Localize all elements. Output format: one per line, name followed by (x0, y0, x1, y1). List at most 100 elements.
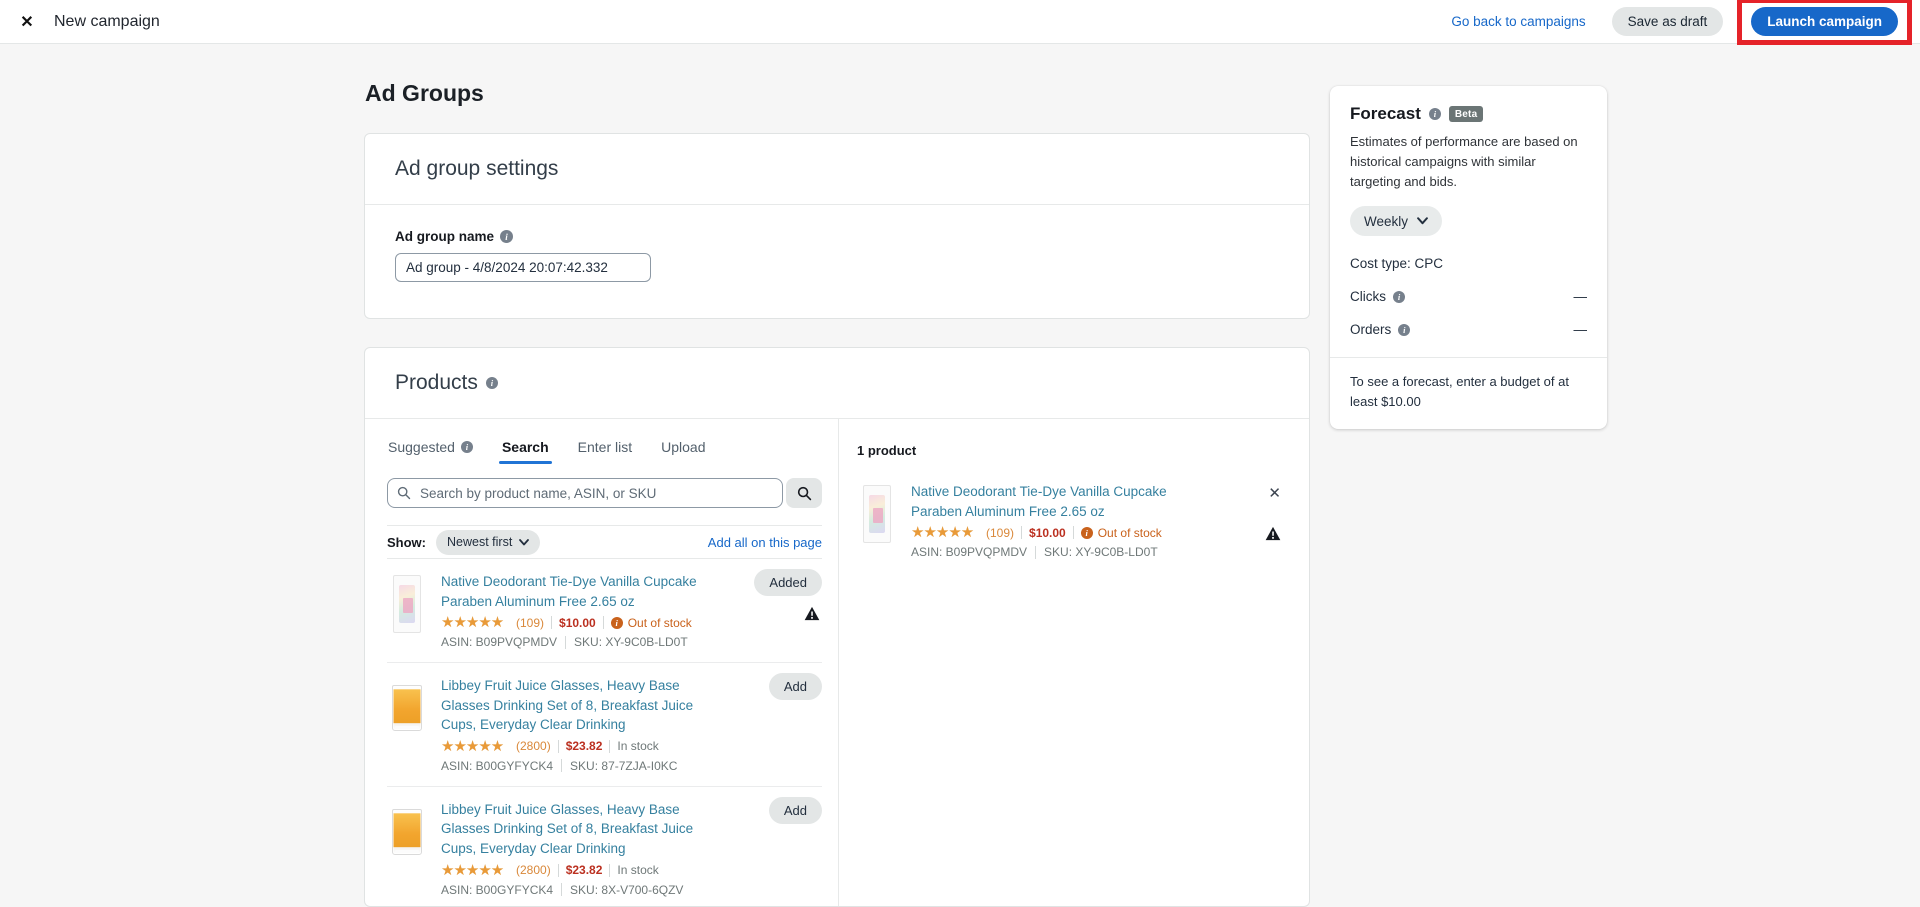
forecast-body: Forecast Beta Estimates of performance a… (1330, 86, 1607, 337)
product-asin: ASIN: B09PVQPMDV (911, 545, 1028, 560)
product-title-link[interactable]: Libbey Fruit Juice Glasses, Heavy Base G… (441, 676, 726, 735)
product-price: $23.82 (565, 863, 603, 877)
metric-label-row: Clicks (1350, 289, 1405, 304)
star-rating-icon (441, 615, 513, 630)
ad-group-settings-body: Ad group name (365, 205, 1309, 318)
ad-group-settings-header: Ad group settings (365, 134, 1309, 205)
products-card: Products Suggested Search Enter list (364, 347, 1310, 907)
forecast-metric-row: Orders — (1350, 322, 1587, 337)
add-button[interactable]: Add (768, 673, 822, 701)
add-button[interactable]: Add (768, 796, 822, 824)
product-price: $10.00 (1029, 525, 1066, 540)
ad-groups-heading: Ad Groups (365, 80, 484, 106)
remove-product-icon[interactable] (1268, 486, 1281, 501)
products-search-column: Suggested Search Enter list Upload (365, 419, 839, 906)
ad-group-name-input[interactable] (395, 253, 651, 282)
product-image (857, 482, 897, 546)
deodorant-image (863, 485, 891, 543)
product-result-row: Native Deodorant Tie-Dye Vanilla Cupcake… (387, 559, 822, 664)
products-header: Products (365, 348, 1309, 419)
cost-type-label: Cost type: CPC (1350, 256, 1444, 272)
tab-suggested[interactable]: Suggested (387, 437, 474, 464)
info-icon[interactable] (1393, 290, 1405, 303)
product-image (387, 572, 427, 636)
alert-icon (610, 616, 623, 629)
search-icon (397, 486, 411, 500)
product-meta-row: ASIN: B09PVQPMDV SKU: XY-9C0B-LD0T (911, 545, 1195, 559)
info-icon[interactable] (485, 377, 498, 389)
product-meta-row: ASIN: B09PVQPMDV SKU: XY-9C0B-LD0T (441, 635, 726, 649)
tab-search[interactable]: Search (498, 437, 552, 464)
product-image (387, 676, 427, 740)
product-image (387, 800, 427, 864)
product-price: $23.82 (565, 739, 603, 754)
products-body: Suggested Search Enter list Upload (365, 419, 1309, 906)
go-back-link[interactable]: Go back to campaigns (1451, 14, 1585, 29)
rating-count: (2800) (516, 863, 551, 877)
info-icon[interactable] (500, 230, 514, 243)
tab-upload[interactable]: Upload (660, 437, 706, 464)
beta-badge: Beta (1448, 106, 1484, 122)
divider (1035, 545, 1037, 559)
info-icon[interactable] (1428, 108, 1441, 120)
product-asin: ASIN: B00GYFYCK4 (441, 758, 554, 773)
product-sku: SKU: XY-9C0B-LD0T (1044, 545, 1158, 560)
warning-icon (1265, 526, 1281, 541)
products-title: Products (395, 371, 478, 394)
product-title-link[interactable]: Native Deodorant Tie-Dye Vanilla Cupcake… (911, 482, 1195, 521)
divider (561, 759, 563, 773)
product-search-row (387, 478, 822, 508)
clicks-label: Clicks (1350, 289, 1386, 305)
orders-label: Orders (1350, 322, 1392, 338)
product-result-row: Libbey Fruit Juice Glasses, Heavy Base G… (387, 663, 822, 787)
product-title-link[interactable]: Libbey Fruit Juice Glasses, Heavy Base G… (441, 800, 726, 859)
divider (565, 635, 567, 649)
divider (1021, 526, 1023, 540)
info-icon[interactable] (1398, 323, 1411, 336)
forecast-period-dropdown[interactable]: Weekly (1350, 206, 1443, 237)
tab-enter-list[interactable]: Enter list (577, 437, 633, 464)
chevron-down-icon (519, 538, 530, 545)
add-all-link[interactable]: Add all on this page (708, 535, 822, 550)
product-result-row: Libbey Fruit Juice Glasses, Heavy Base G… (387, 787, 822, 906)
divider (609, 863, 611, 877)
product-info: Libbey Fruit Juice Glasses, Heavy Base G… (441, 676, 822, 773)
divider (557, 863, 559, 877)
product-search-input[interactable] (387, 478, 783, 508)
deodorant-image (393, 575, 421, 633)
chevron-down-icon (1417, 217, 1428, 225)
ad-group-settings-title: Ad group settings (395, 157, 559, 180)
product-sku: SKU: 8X-V700-6QZV (570, 882, 684, 897)
product-meta-row: ASIN: B00GYFYCK4 SKU: 87-7ZJA-I0KC (441, 759, 726, 773)
close-icon[interactable] (14, 9, 40, 35)
ad-group-settings-card: Ad group settings Ad group name (364, 133, 1310, 319)
page-title: New campaign (54, 12, 160, 30)
divider (602, 616, 604, 630)
juice-glass-image (392, 685, 422, 732)
warning-icon (804, 606, 820, 621)
alert-icon (1080, 526, 1093, 539)
info-icon[interactable] (460, 441, 473, 453)
sort-dropdown[interactable]: Newest first (436, 529, 541, 555)
star-rating-icon (911, 525, 983, 540)
metric-label-row: Orders (1350, 322, 1411, 338)
added-button[interactable]: Added (754, 569, 822, 596)
product-price: $10.00 (559, 615, 596, 630)
launch-campaign-button[interactable]: Launch campaign (1751, 7, 1898, 36)
divider (609, 739, 611, 753)
forecast-panel: Forecast Beta Estimates of performance a… (1330, 86, 1607, 430)
star-rating-icon (441, 863, 513, 878)
show-label: Show: (387, 534, 426, 550)
stock-status: In stock (617, 863, 659, 877)
rating-count: (109) (986, 525, 1015, 540)
divider (561, 883, 563, 896)
forecast-title-row: Forecast Beta (1350, 104, 1587, 124)
product-info: Native Deodorant Tie-Dye Vanilla Cupcake… (911, 482, 1195, 559)
product-asin: ASIN: B00GYFYCK4 (441, 882, 554, 897)
search-submit-button[interactable] (786, 478, 822, 508)
rating-count: (109) (516, 615, 545, 630)
product-asin: ASIN: B09PVQPMDV (441, 635, 558, 650)
product-title-link[interactable]: Native Deodorant Tie-Dye Vanilla Cupcake… (441, 572, 726, 611)
forecast-footnote: To see a forecast, enter a budget of at … (1330, 357, 1607, 429)
save-draft-button[interactable]: Save as draft (1611, 7, 1724, 36)
